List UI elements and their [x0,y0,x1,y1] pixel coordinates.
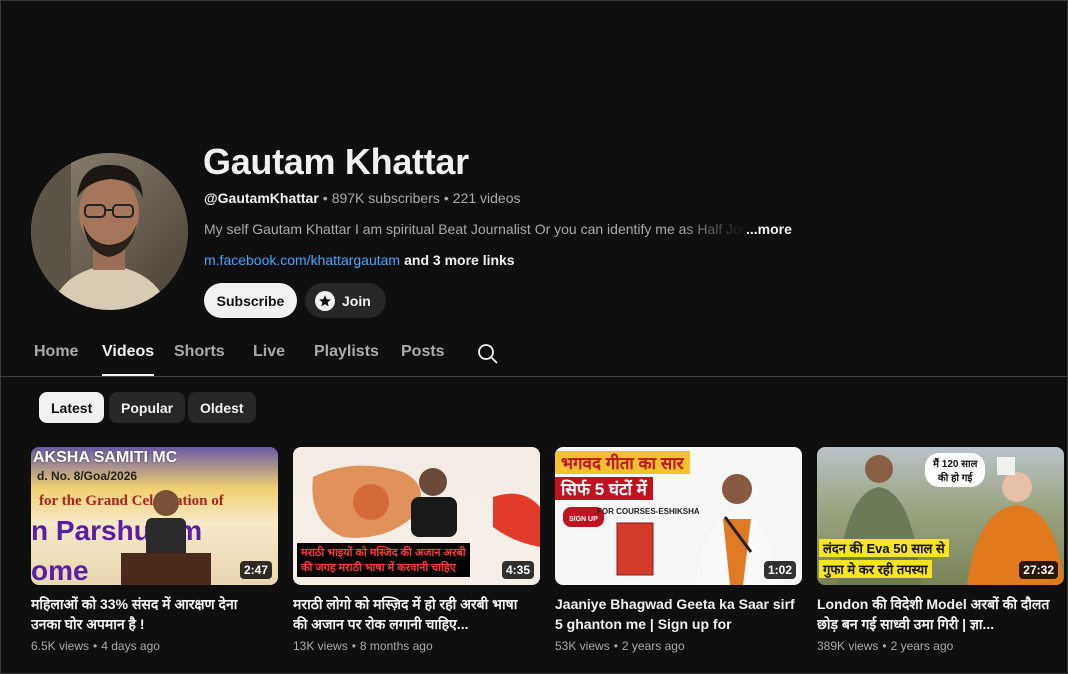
thumb-text: लंदन की Eva 50 साल से [823,541,945,556]
video-thumbnail[interactable]: भगवद गीता का सार सिर्फ 5 घंटों में SIGN … [555,447,802,585]
chip-latest[interactable]: Latest [39,392,105,423]
tab-shorts[interactable]: Shorts [174,343,225,376]
chip-popular[interactable]: Popular [109,392,186,423]
more-links[interactable]: and 3 more links [404,252,514,268]
channel-name: Gautam Khattar [203,141,469,182]
video-meta: 6.5K views • 4 days ago [31,639,278,653]
thumb-text: ome [31,555,89,585]
video-duration: 2:47 [239,561,272,579]
video-card[interactable]: मैं 120 साल की हो गई लंदन की Eva 50 साल … [817,447,1064,653]
join-label: Join [342,292,371,309]
video-thumbnail[interactable]: मैं 120 साल की हो गई लंदन की Eva 50 साल … [817,447,1064,585]
video-card[interactable]: AKSHA SAMITI MC d. No. 8/Goa/2026 for th… [31,447,278,653]
tab-videos[interactable]: Videos [102,343,155,376]
video-card[interactable]: भगवद गीता का सार सिर्फ 5 घंटों में SIGN … [555,447,802,653]
thumb-text: मराठी भाइयों को मस्जिद की अजान अरबी [301,547,466,559]
search-icon[interactable] [476,342,500,366]
speaker-figure [121,490,211,585]
video-duration: 27:32 [1019,561,1058,579]
video-age: 8 months ago [359,639,433,653]
channel-tabs: Home Videos Shorts Live Playlists Posts [0,335,1068,377]
thumb-text: d. No. 8/Goa/2026 [37,469,138,483]
subscriber-count: 897K subscribers [331,190,440,206]
chip-oldest[interactable]: Oldest [188,392,256,423]
video-meta: 53K views • 2 years ago [555,639,802,653]
video-age: 4 days ago [101,639,160,653]
video-age: 2 years ago [621,639,685,653]
video-duration: 1:02 [763,561,796,579]
avatar-image [31,153,188,310]
tab-live[interactable]: Live [253,343,285,376]
channel-links: m.facebook.com/khattargautam and 3 more l… [204,252,515,268]
separator: • [443,190,449,206]
thumb-text: की हो गई [938,473,973,484]
video-thumbnail[interactable]: AKSHA SAMITI MC d. No. 8/Goa/2026 for th… [31,447,278,585]
video-views: 53K views [555,639,610,653]
thumb-text: गुफा मे कर रही तपस्या [823,562,928,577]
video-title[interactable]: मराठी लोगो को मस्ज़िद में हो रही अरबी भा… [293,594,533,634]
star-icon [315,290,335,311]
thumb-caption: मराठी भाइयों को मस्जिद की अजान अरबी की ज… [297,543,470,577]
video-meta: 13K views • 8 months ago [293,639,540,653]
tab-home[interactable]: Home [34,343,78,376]
video-title[interactable]: Jaaniye Bhagwad Geeta ka Saar sirf 5 gha… [555,594,795,634]
subscribe-button[interactable]: Subscribe [204,283,297,318]
video-age: 2 years ago [890,639,954,653]
separator: • [882,639,887,653]
separator: • [351,639,356,653]
separator: • [613,639,618,653]
facebook-link[interactable]: m.facebook.com/khattargautam [204,252,400,268]
channel-meta: @GautamKhattar • 897K subscribers • 221 vide… [204,190,521,206]
thumb-text: AKSHA SAMITI MC [33,449,178,466]
thumb-text: मैं 120 साल [933,459,978,470]
video-card[interactable]: मराठी भाइयों को मस्जिद की अजान अरबी की ज… [293,447,540,653]
join-button[interactable]: Join [305,283,386,318]
video-title[interactable]: London की विदेशी Model अरबों की दौलत छोड… [817,594,1057,634]
separator: • [93,639,98,653]
channel-description[interactable]: My self Gautam Khattar I am spiritual Be… [204,221,792,237]
video-thumbnail[interactable]: मराठी भाइयों को मस्जिद की अजान अरबी की ज… [293,447,540,585]
channel-handle: @GautamKhattar [204,190,319,206]
speech-bubble: मैं 120 साल की हो गई [925,453,986,487]
video-views: 13K views [293,639,348,653]
description-text: My self Gautam Khattar I am spiritual Be… [204,221,746,237]
description-more[interactable]: ...more [746,221,792,237]
video-count: 221 videos [452,190,521,206]
tab-posts[interactable]: Posts [401,343,445,376]
thumb-banner: लंदन की Eva 50 साल से [819,539,949,557]
video-views: 6.5K views [31,639,90,653]
video-duration: 4:35 [501,561,534,579]
separator: • [322,190,328,206]
video-views: 389K views [817,639,879,653]
thumb-text: की जगह मराठी भाषा में करवानी चाहिए [301,562,456,574]
tab-playlists[interactable]: Playlists [314,343,379,376]
video-meta: 389K views • 2 years ago [817,639,1064,653]
video-title[interactable]: महिलाओं को 33% संसद में आरक्षण देना उनका… [31,594,271,634]
thumb-banner: गुफा मे कर रही तपस्या [819,560,932,578]
channel-avatar[interactable] [31,153,188,310]
